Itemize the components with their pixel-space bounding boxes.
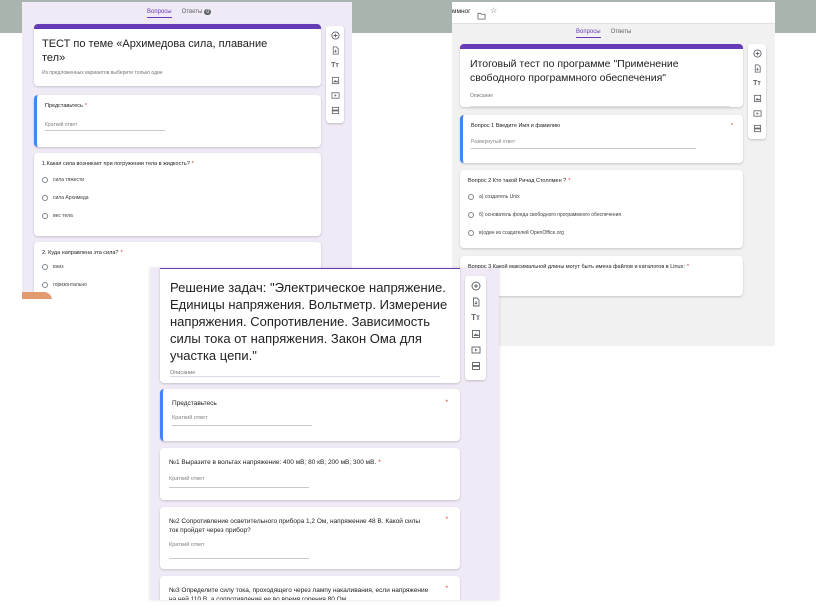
radio-button[interactable] <box>42 213 48 219</box>
radio-button[interactable] <box>468 230 474 236</box>
description-underline <box>470 106 730 107</box>
question-card-intro[interactable]: Представьтесь * Краткий ответ <box>34 95 321 147</box>
question-card-1[interactable]: №1 Выразите в вольтах напряжение: 400 мВ… <box>160 448 460 500</box>
star-icon[interactable]: ☆ <box>490 6 497 15</box>
folder-icon[interactable] <box>477 7 486 25</box>
answer-underline <box>471 148 696 149</box>
radio-option[interactable]: сила тяжести <box>42 177 84 183</box>
form-tabs: Вопросы Ответы 0 <box>147 9 212 18</box>
radio-option[interactable]: вес тела <box>42 213 73 219</box>
form-tabs: Вопросы Ответы <box>576 29 631 38</box>
tab-responses[interactable]: Ответы 0 <box>182 9 212 18</box>
question-title: №2 Сопротивление осветительного прибора … <box>169 518 421 534</box>
add-video-icon[interactable] <box>471 345 481 355</box>
form-header-card[interactable]: Итоговый тест по программе "Применение с… <box>460 44 743 107</box>
form-title[interactable]: Итоговый тест по программе "Применение с… <box>470 57 733 85</box>
question-title: Вопрос 2 Кто такой Ричад Столлмен ? * <box>468 178 571 184</box>
long-answer-placeholder: Развернутый ответ <box>471 139 516 145</box>
add-question-icon[interactable] <box>752 49 762 58</box>
question-title: 1.Какая сила возникает при погружении те… <box>42 161 194 167</box>
question-card-3[interactable]: Вопрос 3 Какой максимальной длины могут … <box>460 256 743 296</box>
add-section-icon[interactable] <box>753 124 762 133</box>
import-questions-icon[interactable] <box>753 64 762 73</box>
short-answer-placeholder: Краткий ответ <box>169 542 205 548</box>
add-image-icon[interactable] <box>331 76 340 85</box>
help-bubble[interactable] <box>22 292 52 299</box>
add-section-icon[interactable] <box>331 106 340 115</box>
form-description[interactable]: Описание <box>470 93 733 99</box>
form-header-card[interactable]: ТЕСТ по теме «Архимедова сила, плавание … <box>34 24 321 86</box>
form-title[interactable]: ТЕСТ по теме «Архимедова сила, плавание … <box>42 37 292 65</box>
radio-button[interactable] <box>468 194 474 200</box>
form-header-card[interactable]: Решение задач: "Электрическое напряжение… <box>160 268 460 383</box>
radio-button[interactable] <box>468 212 474 218</box>
answer-underline <box>169 487 309 488</box>
short-answer-placeholder: Краткий ответ <box>172 415 208 421</box>
add-video-icon[interactable] <box>330 91 340 100</box>
form-description[interactable]: Из предложенных вариантов выберите тольк… <box>42 70 313 76</box>
add-question-icon[interactable] <box>471 281 481 291</box>
question-title: №3 Определите силу тока, проходящего чер… <box>169 587 429 600</box>
answer-underline <box>172 425 312 426</box>
description-underline <box>170 376 440 377</box>
form-editor-archimedes: Вопросы Ответы 0 ТЕСТ по теме «Архимедова… <box>22 2 352 299</box>
form-name-fragment: ммног <box>452 8 471 15</box>
question-title: Вопрос 3 Какой максимальной длины могут … <box>468 264 690 270</box>
question-card-1[interactable]: Вопрос 1 Введите Имя и фамилию * Разверну… <box>460 115 743 163</box>
tab-responses[interactable]: Ответы <box>611 29 632 38</box>
add-title-icon[interactable]: Tт <box>471 313 481 323</box>
add-title-icon[interactable]: Tт <box>331 61 340 70</box>
import-questions-icon[interactable] <box>471 297 481 307</box>
add-image-icon[interactable] <box>753 94 762 103</box>
form-editor-electric: Решение задач: "Электрическое напряжение… <box>150 268 499 600</box>
short-answer-placeholder: Краткий ответ <box>169 476 205 482</box>
question-title: Вопрос 1 Введите Имя и фамилию * <box>471 123 733 129</box>
radio-option[interactable]: б) основатель фонда свободного программн… <box>468 212 621 218</box>
add-video-icon[interactable] <box>752 109 762 118</box>
radio-option[interactable]: в)один из создателей OpenOffice.org <box>468 230 564 236</box>
required-asterisk: * <box>445 585 448 592</box>
short-answer-placeholder: Краткий ответ <box>45 122 78 128</box>
add-section-icon[interactable] <box>471 361 481 371</box>
question-card-2[interactable]: Вопрос 2 Кто такой Ричад Столлмен ? * а) … <box>460 170 743 248</box>
radio-option[interactable]: вниз <box>42 264 64 270</box>
form-title[interactable]: Решение задач: "Электрическое напряжение… <box>170 279 452 364</box>
radio-button[interactable] <box>42 195 48 201</box>
radio-button[interactable] <box>42 264 48 270</box>
radio-option[interactable]: а) создатель Unix <box>468 194 520 200</box>
tab-questions[interactable]: Вопросы <box>576 29 601 38</box>
required-asterisk: * <box>445 516 448 523</box>
import-questions-icon[interactable] <box>331 46 340 55</box>
radio-option[interactable]: горизонтально <box>42 282 87 288</box>
form-side-toolbar: Tт <box>748 44 766 139</box>
question-title: №1 Выразите в вольтах напряжение: 400 мВ… <box>169 459 381 466</box>
add-question-icon[interactable] <box>330 31 340 40</box>
question-card-1[interactable]: 1.Какая сила возникает при погружении те… <box>34 153 321 236</box>
add-image-icon[interactable] <box>471 329 481 339</box>
question-card-2[interactable]: №2 Сопротивление осветительного прибора … <box>160 507 460 569</box>
question-title: Представьтесь * <box>172 399 448 407</box>
editor-header: ммног ☆ <box>452 2 775 24</box>
form-side-toolbar: Tт <box>465 276 486 380</box>
radio-option[interactable]: сила Архимеда <box>42 195 89 201</box>
question-card-3[interactable]: №3 Определите силу тока, проходящего чер… <box>160 576 460 600</box>
tab-questions[interactable]: Вопросы <box>147 9 172 18</box>
question-card-intro[interactable]: Представьтесь * Краткий ответ <box>160 389 460 441</box>
responses-count-badge: 0 <box>204 9 212 15</box>
question-title: 2. Куда направлена эта сила? * <box>42 250 123 256</box>
add-title-icon[interactable]: Tт <box>753 79 762 88</box>
radio-button[interactable] <box>42 177 48 183</box>
answer-underline <box>169 558 309 559</box>
question-title: Представьтесь * <box>45 103 88 109</box>
form-editor-software: ммног ☆ Вопросы Ответы Итоговый тест по … <box>452 2 775 346</box>
radio-button[interactable] <box>42 282 48 288</box>
form-side-toolbar: Tт <box>326 26 344 123</box>
answer-underline <box>45 130 165 131</box>
